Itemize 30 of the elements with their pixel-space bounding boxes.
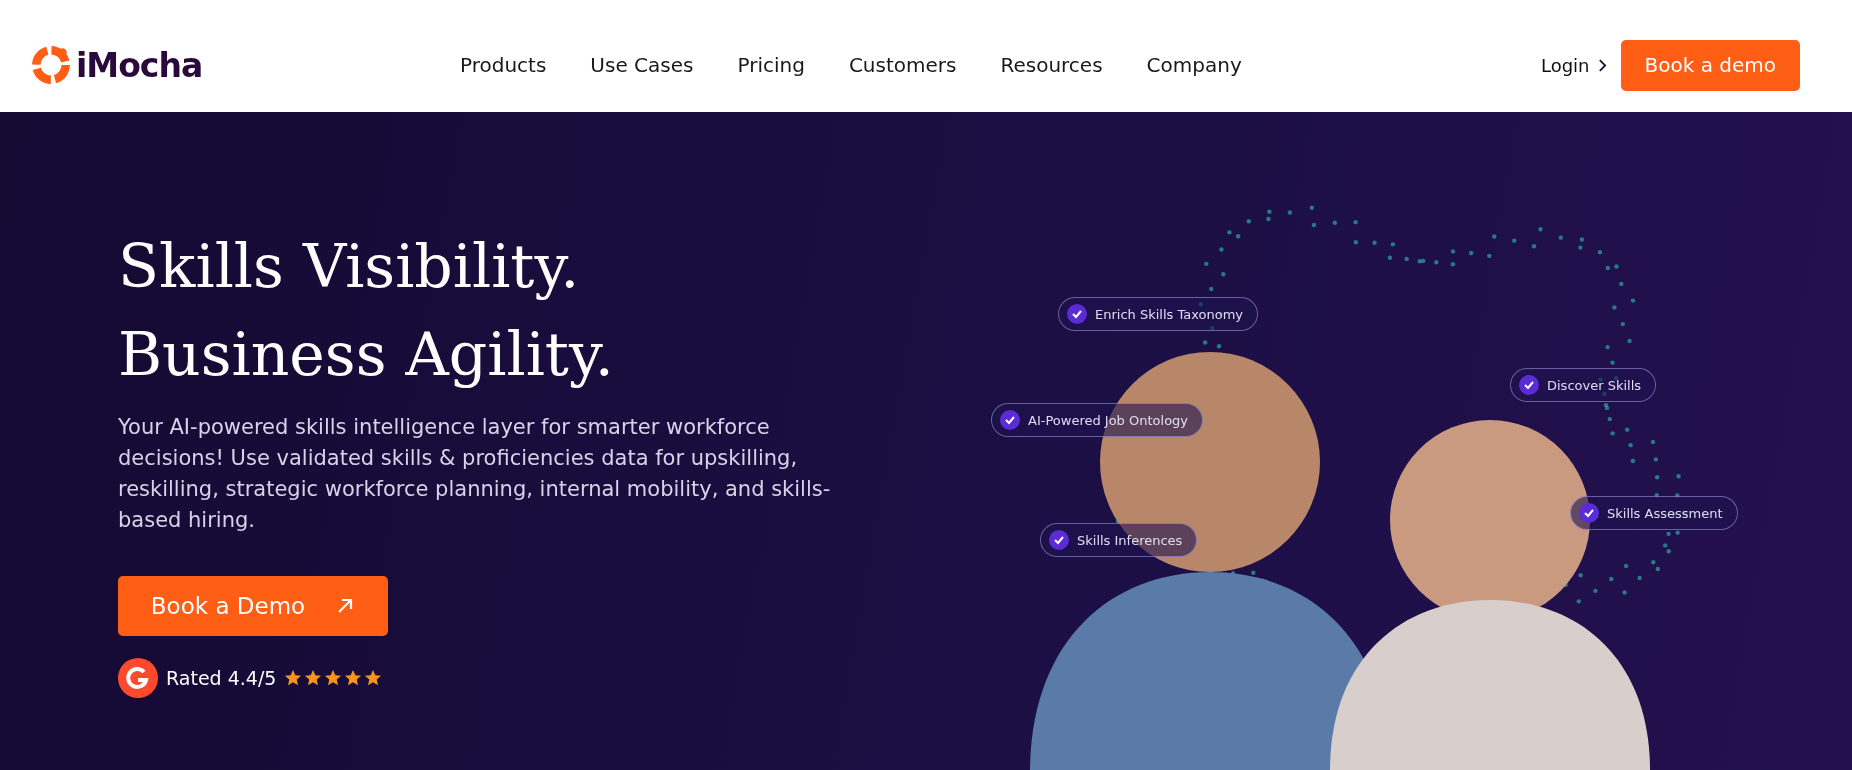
star-icon <box>304 669 323 687</box>
hero-heading: Business Agility. <box>118 318 614 391</box>
logo-icon <box>30 44 72 86</box>
check-icon <box>1067 304 1087 324</box>
chevron-icon <box>1597 58 1607 72</box>
star-icon <box>344 669 363 687</box>
tag-label: Discover Skills <box>1547 377 1642 393</box>
nav-link[interactable]: Company <box>1146 53 1242 77</box>
tag-label: AI-Powered Job Ontology <box>1028 412 1189 428</box>
nav-link[interactable]: Products <box>460 53 547 77</box>
rating-text: Rated 4.4/5 <box>166 667 277 689</box>
star-icon <box>324 669 343 687</box>
check-icon <box>1579 503 1599 523</box>
tag-label: Skills Inferences <box>1077 532 1183 548</box>
check-icon <box>1000 410 1020 430</box>
nav-link[interactable]: Use Cases <box>590 53 694 77</box>
check-icon <box>1049 530 1069 550</box>
hero-description: Your AI-powered skills intelligence layer for smarter workforce decisions! Use validated skills & proficiencies data for upskilling, reskilling, strategic workforce planning, internal mobility, and skills-based hiring. <box>118 414 832 534</box>
tag-label: Enrich Skills Taxonomy <box>1095 306 1243 322</box>
star-icon <box>364 669 383 687</box>
g2-badge-icon <box>118 658 158 698</box>
login-link[interactable]: Login <box>1540 54 1607 76</box>
hero-heading: Skills Visibility. <box>118 230 581 303</box>
nav-link[interactable]: Customers <box>848 53 957 77</box>
check-icon <box>1519 375 1539 395</box>
tag-label: Skills Assessment <box>1607 505 1723 521</box>
nav-link[interactable]: Pricing <box>737 53 805 77</box>
nav-link[interactable]: Resources <box>1000 53 1103 77</box>
logo-wordmark[interactable]: iMocha <box>76 45 203 85</box>
star-icon <box>284 669 303 687</box>
